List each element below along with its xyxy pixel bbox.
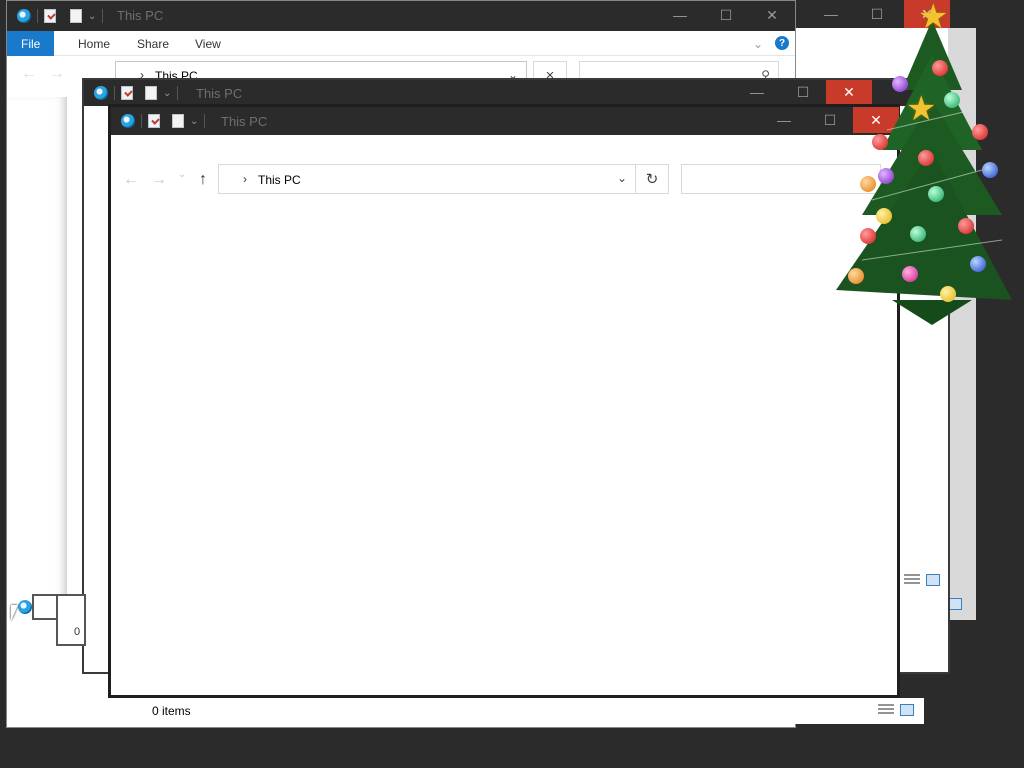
this-pc-icon xyxy=(94,86,108,100)
ornament-icon xyxy=(958,218,974,234)
thumbnail-frame xyxy=(56,594,86,646)
this-pc-icon xyxy=(121,114,135,128)
properties-icon[interactable] xyxy=(121,86,133,100)
minimize-button[interactable]: — xyxy=(657,1,703,29)
large-icons-view-icon[interactable] xyxy=(948,598,962,610)
customize-quick-access-icon[interactable]: ⌄ xyxy=(163,88,171,99)
ornament-icon xyxy=(848,268,864,284)
ornament-icon xyxy=(982,162,998,178)
forward-arrow-icon[interactable]: → xyxy=(49,65,65,83)
ornament-icon xyxy=(876,208,892,224)
address-dropdown-icon[interactable]: ⌄ xyxy=(617,171,627,185)
ornament-icon xyxy=(872,134,888,150)
ribbon: File Home Share View ⌄ ? xyxy=(7,31,795,56)
back-arrow-icon[interactable]: ← xyxy=(123,171,139,189)
window-title: This PC xyxy=(117,8,164,23)
file-list-area[interactable] xyxy=(111,203,897,695)
separator xyxy=(204,114,206,128)
new-folder-icon[interactable] xyxy=(145,86,157,100)
back-arrow-icon[interactable]: ← xyxy=(21,65,37,83)
ornament-icon xyxy=(970,256,986,272)
minimize-button[interactable]: — xyxy=(734,80,780,104)
tab-view[interactable]: View xyxy=(195,31,221,56)
ornament-icon xyxy=(940,286,956,302)
up-arrow-icon[interactable]: ↑ xyxy=(199,171,207,189)
star-icon: ★ xyxy=(918,0,949,36)
ornament-icon xyxy=(902,266,918,282)
ornament-icon xyxy=(860,176,876,192)
refresh-button[interactable]: ↻ xyxy=(635,164,669,194)
ornament-icon xyxy=(878,168,894,184)
window-title: This PC xyxy=(221,114,268,129)
ribbon-expand-icon[interactable]: ⌄ xyxy=(753,31,763,56)
star-icon: ★ xyxy=(906,90,937,128)
properties-icon[interactable] xyxy=(148,114,160,128)
new-folder-icon[interactable] xyxy=(70,9,82,23)
status-bar: 0 items xyxy=(138,698,924,724)
taskbar-thumbnail-stack: 0 xyxy=(6,592,86,648)
new-folder-icon[interactable] xyxy=(172,114,184,128)
navigation-pane xyxy=(7,97,67,617)
address-bar[interactable]: › This PC ⌄ xyxy=(218,164,636,194)
christmas-tree-decoration: ★ ★ xyxy=(832,0,1016,330)
item-count-partial: 0 xyxy=(74,626,81,638)
this-pc-icon xyxy=(17,9,31,23)
separator xyxy=(177,86,179,100)
tab-share[interactable]: Share xyxy=(137,31,169,56)
large-icons-view-icon[interactable] xyxy=(926,574,940,586)
breadcrumb-separator: › xyxy=(243,172,247,186)
breadcrumb-this-pc[interactable]: This PC xyxy=(258,173,301,187)
separator xyxy=(141,114,142,128)
ornament-icon xyxy=(932,60,948,76)
separator xyxy=(37,9,38,23)
separator xyxy=(114,86,115,100)
tab-file[interactable]: File xyxy=(7,31,55,56)
maximize-button[interactable]: ☐ xyxy=(703,1,749,29)
help-icon[interactable]: ? xyxy=(775,36,789,50)
explorer-window-front[interactable]: ⌄ This PC — ☐ ✕ ← → ⌄ ↑ › This PC ⌄ ↻ xyxy=(108,104,900,698)
title-bar[interactable]: ⌄ This PC — ☐ ✕ xyxy=(84,80,948,106)
customize-quick-access-icon[interactable]: ⌄ xyxy=(88,11,96,22)
view-toggle xyxy=(878,704,914,716)
ornament-icon xyxy=(928,186,944,202)
mouse-pointer-icon xyxy=(11,605,18,621)
recent-locations-icon[interactable]: ⌄ xyxy=(178,169,186,180)
ornament-icon xyxy=(892,76,908,92)
title-bar[interactable]: ⌄ This PC — ☐ ✕ xyxy=(7,1,795,31)
details-view-icon[interactable] xyxy=(878,704,894,716)
view-toggle xyxy=(904,574,940,586)
customize-quick-access-icon[interactable]: ⌄ xyxy=(190,116,198,127)
item-count: 0 items xyxy=(152,704,191,718)
this-pc-icon xyxy=(18,600,32,614)
ornament-icon xyxy=(860,228,876,244)
ornament-icon xyxy=(944,92,960,108)
separator xyxy=(102,9,104,23)
ornament-icon xyxy=(918,150,934,166)
ornament-icon xyxy=(910,226,926,242)
minimize-button[interactable]: — xyxy=(761,107,807,133)
details-view-icon[interactable] xyxy=(904,574,920,586)
close-button[interactable]: ✕ xyxy=(749,1,795,29)
properties-icon[interactable] xyxy=(44,9,56,23)
tab-home[interactable]: Home xyxy=(78,31,110,56)
title-bar[interactable]: ⌄ This PC — ☐ ✕ xyxy=(111,107,899,135)
ornament-icon xyxy=(972,124,988,140)
window-title: This PC xyxy=(196,86,243,101)
maximize-button[interactable]: ☐ xyxy=(780,80,826,104)
forward-arrow-icon[interactable]: → xyxy=(151,171,167,189)
large-icons-view-icon[interactable] xyxy=(900,704,914,716)
